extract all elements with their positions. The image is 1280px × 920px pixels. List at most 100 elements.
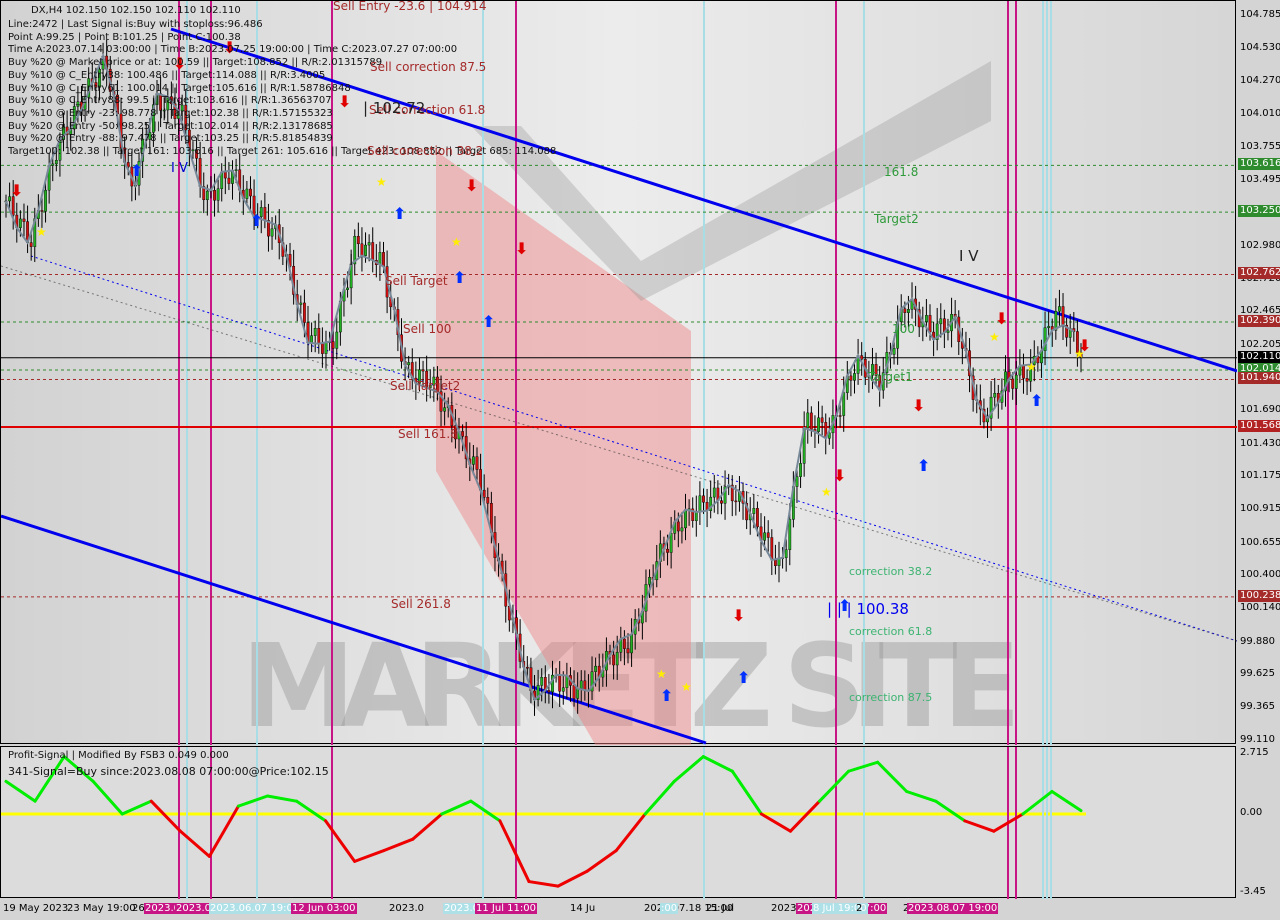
candle [676,521,680,532]
price-tick: 99.110 [1240,733,1275,745]
time-tick: 2023.08.07 19:00 [907,903,999,914]
time-tick: 19 May 2023 [3,903,69,914]
price-tick: 103.755 [1240,140,1280,152]
label-100: 100 [892,322,915,336]
candle [993,393,997,398]
star-icon: ★ [681,680,692,694]
candle [44,189,47,212]
oscillator-segment [701,755,734,773]
candle [694,511,698,521]
candle [817,417,820,432]
candle [702,495,705,503]
oscillator-segment [382,837,415,853]
label-wave-iv-blue: I V [171,161,188,176]
oscillator-panel[interactable]: Profit-Signal | Modified By FSB3 0.049 0… [0,746,1236,899]
candle [799,463,802,477]
oscillator-segment [411,812,444,841]
price-tick: 100.400 [1240,569,1280,581]
candle [946,330,950,333]
label-wave-c: | | | 100.38 [827,600,909,618]
oscillator-segment [120,799,153,816]
candle [317,328,321,344]
oscillator-segment [527,880,560,888]
oscillator-segment [178,829,211,858]
candle [572,685,576,699]
label-target2: Target2 [874,212,919,226]
price-tick: 99.365 [1240,701,1275,713]
label-1618: 161.8 [884,165,919,179]
buy-arrow-icon: ⬆ [453,268,466,287]
candle [22,218,26,222]
oscillator-segment [672,755,705,783]
oscillator-tick: 2.715 [1240,747,1269,758]
candle [558,674,562,692]
price-tag: 102.110 [1238,350,1280,363]
price-tick: 104.010 [1240,108,1280,119]
oscillator-title: Profit-Signal | Modified By FSB3 0.049 0… [8,750,229,761]
candle [622,638,626,649]
label-sell-target: Sell Target [385,274,448,288]
candle [766,532,770,538]
oscillator-segment [730,769,763,816]
price-tick: 104.530 [1240,41,1280,53]
candle [1047,326,1051,328]
oscillator-segment [643,779,676,816]
buy-arrow-icon: ⬆ [250,211,263,230]
time-tick: 21 Jul [706,903,734,914]
candle [227,177,231,184]
candle [648,577,651,585]
label-correction-382: correction 38.2 [849,565,933,578]
info-line: Point A:99.25 | Point B:101.25 | Point C… [8,31,241,43]
candle [1061,306,1065,326]
price-tag: 102.762 [1238,267,1280,280]
candle [612,654,616,666]
candle [364,244,367,256]
candle [475,456,479,470]
candle [907,309,910,313]
label-target1: Target1 [868,370,913,384]
candle [615,652,619,666]
candle [784,549,788,558]
star-icon: ★ [451,235,462,249]
price-tag: 100.238 [1238,589,1280,602]
sell-arrow-icon: ⬇ [732,606,745,625]
candle [892,348,896,355]
candle [371,242,375,261]
candle [249,188,252,197]
oscillator-segment [818,769,851,803]
candle [360,243,364,256]
price-tag: 103.616 [1238,158,1280,171]
candle [669,533,673,553]
label-sell-correction-382: Sell correction 38.2 [367,144,484,158]
candle [407,362,411,366]
oscillator-segment [469,799,502,823]
time-tick: 2023.06.07 19:00 [209,903,301,914]
candle [320,343,324,354]
price-tick: 101.690 [1240,404,1280,416]
oscillator-segment [788,799,822,833]
oscillator-segment [4,779,37,803]
oscillator-segment [585,849,618,873]
star-icon: ★ [376,175,387,189]
candle [270,228,274,237]
oscillator-segment [265,794,299,803]
candle [547,690,551,693]
buy-arrow-icon: ⬆ [482,312,495,331]
candle [773,559,777,566]
buy-arrow-icon: ⬆ [130,161,143,180]
oscillator-segment [876,760,909,793]
price-chart[interactable]: MARKETZ SITE ⬇ ⬇ ⬇ ⬇ ⬇ ⬇ ⬇ ⬇ ⬇ ⬇ ⬇ ⬆ ⬆ ⬆ ⬆ ⬆ ⬆ ⬆ ⬆ ⬆ ⬆ ★ ★ ★ ★ ★ ★ ★… [0,0,1237,745]
price-tick: 99.880 [1240,635,1275,647]
star-icon: ★ [656,667,667,681]
price-tick: 104.270 [1240,74,1280,86]
oscillator-segment [556,869,589,888]
candle [583,680,587,691]
price-tick: 102.205 [1240,338,1280,350]
oscillator-segment [934,799,967,823]
price-tag: 101.568 [1238,419,1280,432]
candle [205,190,209,201]
label-sell-correction-875: Sell correction 87.5 [370,60,487,74]
candle [382,252,385,267]
buy-arrow-icon: ⬆ [660,686,673,705]
oscillator-segment [498,819,531,884]
